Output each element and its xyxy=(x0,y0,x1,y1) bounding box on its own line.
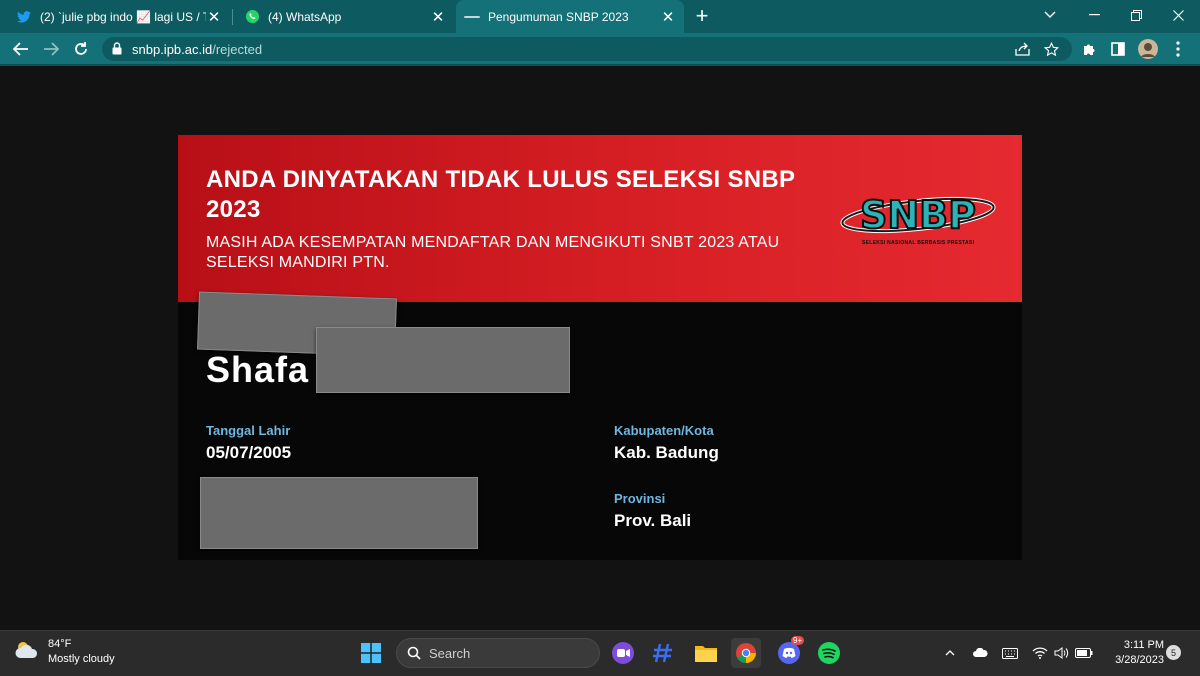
minimize-button[interactable] xyxy=(1072,0,1116,30)
spotify-icon[interactable] xyxy=(814,638,844,668)
discord-icon[interactable]: 9+ xyxy=(774,636,805,668)
url-path: /rejected xyxy=(212,41,263,57)
search-label: Search xyxy=(429,645,471,661)
regency-value: Kab. Badung xyxy=(614,443,719,462)
snbp-logo-tagline: SELEKSI NASIONAL BERBASIS PRESTASI xyxy=(862,240,975,246)
province-label: Provinsi xyxy=(614,491,666,506)
result-subtitle: MASIH ADA KESEMPATAN MENDAFTAR DAN MENGI… xyxy=(206,234,780,271)
weather-condition: Mostly cloudy xyxy=(48,653,115,665)
taskbar: 84°F Mostly cloudy Search 9+ 3:11 PM 3/2… xyxy=(0,630,1200,676)
close-icon[interactable]: ✕ xyxy=(660,9,676,26)
redaction-block xyxy=(200,477,478,549)
twitter-icon xyxy=(16,9,32,25)
tab-whatsapp[interactable]: (4) WhatsApp ✕ xyxy=(236,0,454,33)
zoom-meeting-icon[interactable] xyxy=(608,638,638,668)
tab-divider xyxy=(232,9,233,25)
address-bar[interactable]: snbp.ipb.ac.id/rejected xyxy=(102,37,1072,61)
student-name: Shafa xyxy=(206,349,310,390)
bookmark-star-icon[interactable] xyxy=(1041,39,1061,59)
wifi-icon[interactable] xyxy=(1030,643,1050,663)
close-window-button[interactable] xyxy=(1156,0,1200,30)
battery-icon[interactable] xyxy=(1074,643,1094,663)
browser-tab-strip: (2) `julie pbg indo 📈 lagi US / Tw ✕ (4)… xyxy=(0,0,1200,33)
onedrive-cloud-icon[interactable] xyxy=(970,643,990,663)
chrome-icon[interactable] xyxy=(731,638,761,668)
clock-date: 3/28/2023 xyxy=(1115,654,1164,666)
close-icon[interactable]: ✕ xyxy=(430,9,446,26)
result-title: ANDA DINYATAKAN TIDAK LULUS SELEKSI SNBP… xyxy=(206,166,795,223)
birth-date-label: Tanggal Lahir xyxy=(206,423,291,438)
cloudy-weather-icon xyxy=(14,640,40,665)
tab-label: Pengumuman SNBP 2023 xyxy=(488,9,629,24)
whatsapp-icon xyxy=(244,9,260,25)
file-explorer-icon[interactable] xyxy=(691,638,721,668)
lock-icon xyxy=(112,42,124,56)
menu-kebab-icon[interactable] xyxy=(1168,39,1188,59)
tab-search-icon[interactable] xyxy=(1028,0,1072,30)
reload-icon[interactable] xyxy=(68,36,94,62)
forward-arrow-icon[interactable] xyxy=(38,36,64,62)
close-icon[interactable]: ✕ xyxy=(206,9,222,26)
tab-snbp[interactable]: Pengumuman SNBP 2023 ✕ xyxy=(456,0,684,33)
browser-toolbar: snbp.ipb.ac.id/rejected xyxy=(0,33,1200,66)
search-icon xyxy=(407,646,421,660)
result-banner: ANDA DINYATAKAN TIDAK LULUS SELEKSI SNBP… xyxy=(178,135,1022,302)
profile-avatar[interactable] xyxy=(1138,39,1158,59)
back-arrow-icon[interactable] xyxy=(8,36,34,62)
snbp-logo: SNBP SELEKSI NASIONAL BERBASIS PRESTASI xyxy=(838,185,998,255)
restore-button[interactable] xyxy=(1114,0,1158,30)
discord-badge: 9+ xyxy=(791,636,805,645)
url-text: snbp.ipb.ac.id/rejected xyxy=(132,42,262,57)
share-icon[interactable] xyxy=(1012,39,1032,59)
snbp-favicon xyxy=(464,9,480,25)
weather-widget[interactable]: 84°F Mostly cloudy xyxy=(14,637,115,667)
weather-temperature: 84°F xyxy=(48,638,72,650)
windows-start-icon[interactable] xyxy=(356,638,386,668)
chevron-up-icon[interactable] xyxy=(940,643,960,663)
regency-label: Kabupaten/Kota xyxy=(614,423,714,438)
page-viewport: ANDA DINYATAKAN TIDAK LULUS SELEKSI SNBP… xyxy=(0,66,1200,630)
keyboard-icon[interactable] xyxy=(1000,643,1020,663)
notification-badge[interactable]: 5 xyxy=(1166,645,1181,660)
url-host: snbp.ipb.ac.id xyxy=(132,41,213,57)
volume-icon[interactable] xyxy=(1052,643,1072,663)
redaction-block xyxy=(316,327,570,393)
tab-label: (4) WhatsApp xyxy=(268,9,342,24)
tab-twitter[interactable]: (2) `julie pbg indo 📈 lagi US / Tw ✕ xyxy=(8,0,230,33)
snbp-logo-text: SNBP xyxy=(860,193,976,237)
province-value: Prov. Bali xyxy=(614,511,692,530)
new-tab-button[interactable]: + xyxy=(690,3,714,28)
birth-date-value: 05/07/2005 xyxy=(206,443,292,462)
dev-app-icon[interactable] xyxy=(648,638,678,668)
side-panel-icon[interactable] xyxy=(1108,39,1128,59)
tab-label: (2) `julie pbg indo 📈 lagi US / Tw xyxy=(40,9,206,24)
extensions-icon[interactable] xyxy=(1079,39,1099,59)
system-clock[interactable]: 3:11 PM 3/28/2023 xyxy=(1100,638,1164,668)
result-card: ANDA DINYATAKAN TIDAK LULUS SELEKSI SNBP… xyxy=(178,135,1022,560)
clock-time: 3:11 PM xyxy=(1123,639,1164,651)
taskbar-search[interactable]: Search xyxy=(396,638,600,668)
